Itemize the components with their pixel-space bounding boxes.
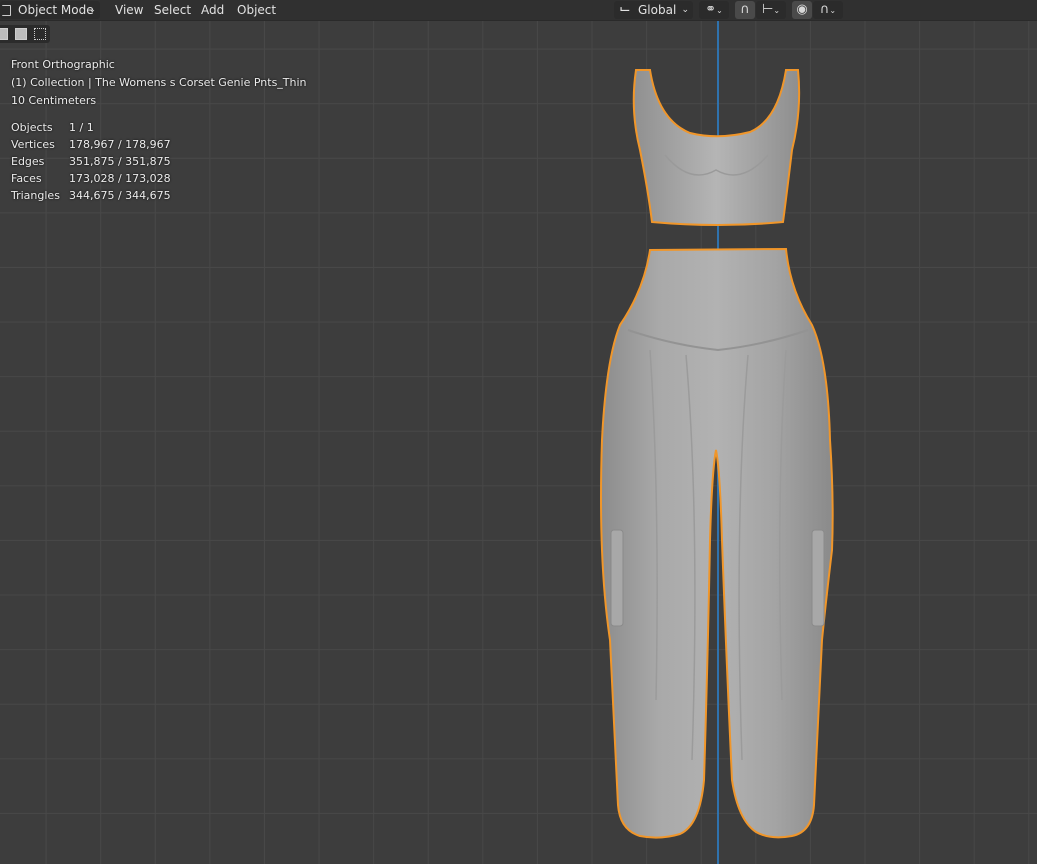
transform-orientation-icon: ⌙: [619, 1, 631, 17]
proportional-edit-icon[interactable]: ◉: [792, 1, 812, 19]
mesh-object[interactable]: [0, 0, 1037, 864]
snap-magnet-icon[interactable]: ∩: [735, 1, 755, 19]
snap-target-icon[interactable]: ⊢⌄: [756, 1, 786, 19]
transform-orientation-selector[interactable]: ⌙ Global ⌄: [614, 1, 693, 19]
select-subtract-icon[interactable]: [34, 28, 46, 40]
select-new-icon[interactable]: [0, 28, 8, 40]
selection-mode-toolbar: [0, 25, 50, 43]
viewport-header: Object Mode ⌄ View Select Add Object ⌙ G…: [0, 0, 1037, 21]
chevron-down-icon: ⌄: [681, 5, 689, 15]
menu-add[interactable]: Add: [201, 1, 224, 19]
orientation-label: Global: [638, 3, 677, 17]
mode-label: Object Mode: [18, 3, 94, 17]
crop-top-mesh: [632, 69, 801, 226]
left-cargo-pocket: [610, 529, 624, 627]
pants-mesh: [600, 247, 834, 839]
mode-selector[interactable]: Object Mode ⌄: [0, 1, 100, 19]
select-extend-icon[interactable]: [15, 28, 27, 40]
right-cargo-pocket: [811, 529, 825, 627]
square-mode-icon: [2, 5, 11, 16]
menu-view[interactable]: View: [115, 1, 143, 19]
grid-scale: 10 Centimeters: [11, 94, 97, 107]
menu-object[interactable]: Object: [237, 1, 276, 19]
collection-info: (1) Collection | The Womens s Corset Gen…: [11, 76, 307, 89]
falloff-curve-icon[interactable]: ∩⌄: [813, 1, 843, 19]
viewport-text-overlay: Front Orthographic (1) Collection | The …: [11, 56, 307, 110]
view-name: Front Orthographic: [11, 58, 115, 71]
menu-select[interactable]: Select: [154, 1, 191, 19]
pivot-point-icon[interactable]: ⚭⌄: [699, 1, 729, 19]
chevron-down-icon: ⌄: [88, 5, 96, 15]
